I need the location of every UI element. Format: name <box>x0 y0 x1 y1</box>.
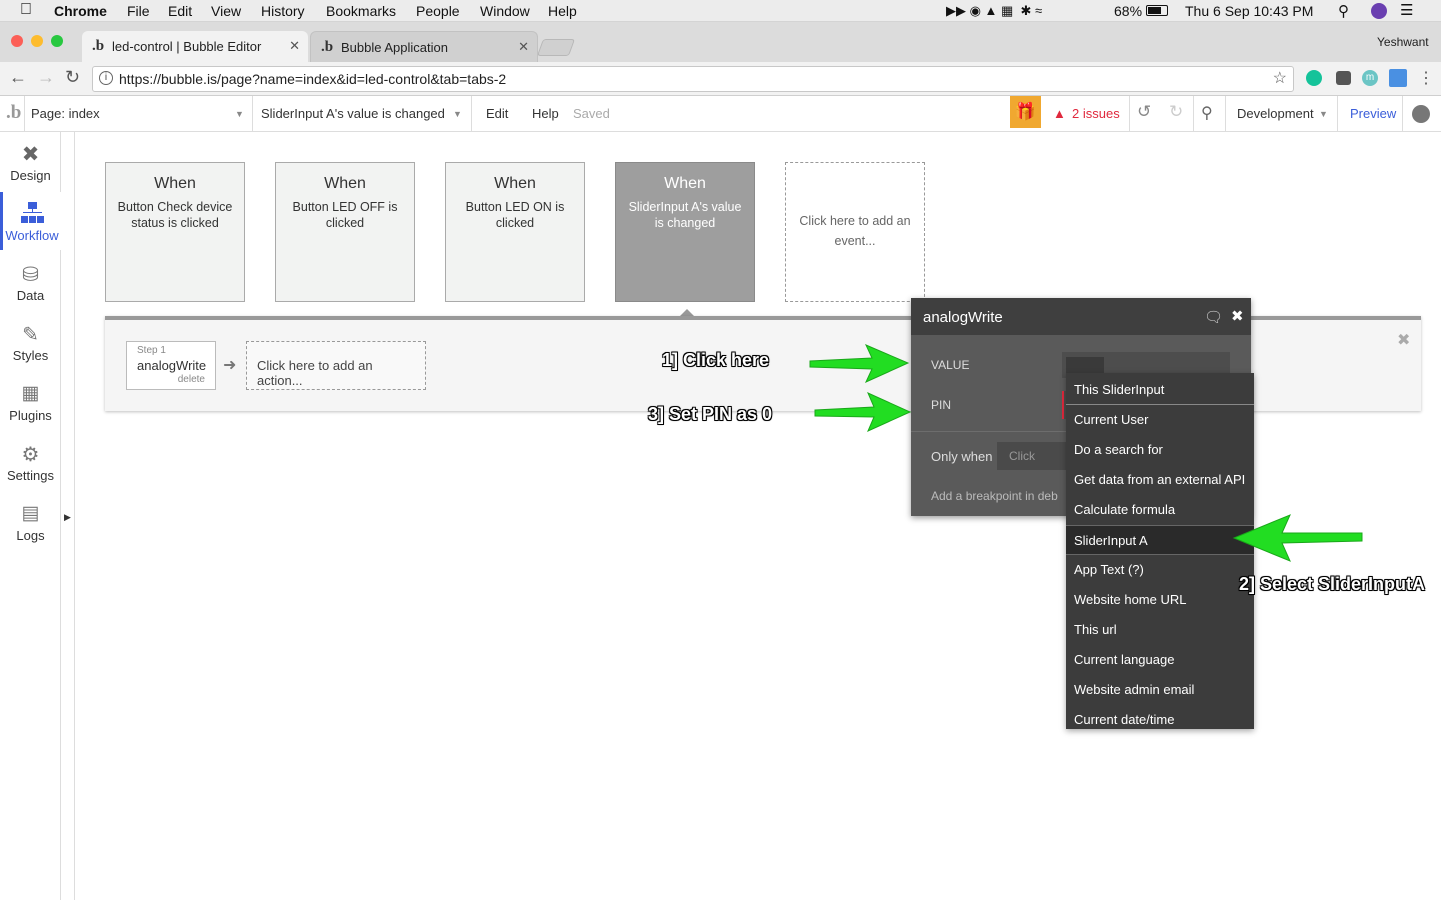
green-arrow-icon <box>1232 514 1363 562</box>
green-arrow-icon <box>814 392 912 432</box>
annotation-arrows <box>809 344 1363 562</box>
green-arrow-icon <box>809 344 910 384</box>
